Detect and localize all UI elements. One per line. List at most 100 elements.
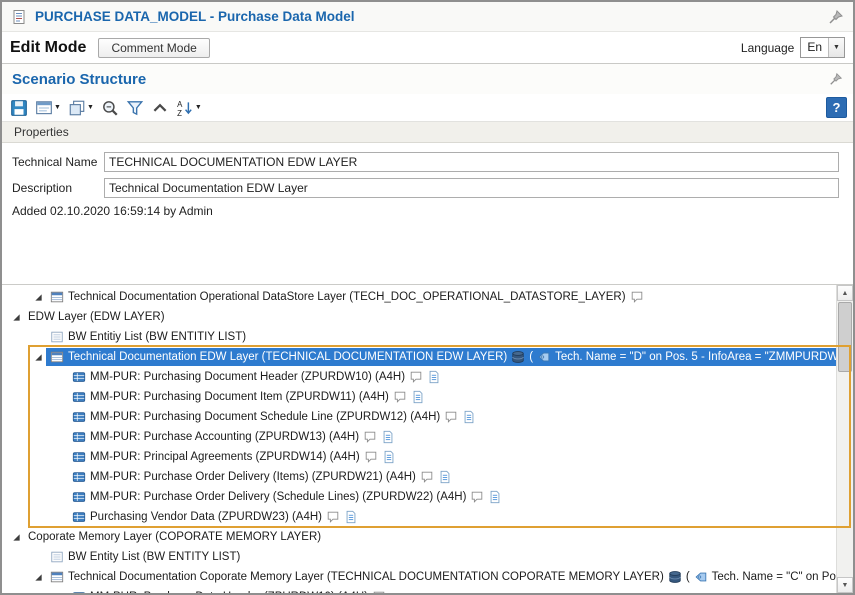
comment-icon (420, 470, 434, 484)
sort-button[interactable]: ▼ (174, 97, 204, 119)
tree-row[interactable]: MM-PUR: Purchase Data Header (ZPURDW10) … (2, 587, 836, 593)
app-document-icon (11, 9, 27, 25)
scenario-tree-area: Technical Documentation Operational Data… (2, 284, 853, 593)
tree-row-label: Technical Documentation EDW Layer (TECHN… (68, 351, 507, 363)
comment-icon (630, 290, 644, 304)
tree-expander-icon[interactable] (30, 572, 46, 583)
tree-row[interactable]: EDW Layer (EDW LAYER) (2, 307, 836, 327)
help-button[interactable]: ? (826, 97, 847, 118)
tree-row[interactable]: BW Entity List (BW ENTITY LIST) (2, 547, 836, 567)
technical-name-input[interactable] (104, 152, 839, 172)
mode-bar: Edit Mode Comment Mode Language En ▼ (2, 32, 853, 64)
chevron-down-icon[interactable]: ▼ (54, 104, 61, 111)
tree-row[interactable]: Coporate Memory Layer (COPORATE MEMORY L… (2, 527, 836, 547)
language-group: Language En ▼ (741, 37, 845, 58)
added-info-text: Added 02.10.2020 16:59:14 by Admin (12, 204, 839, 218)
scenario-header: Scenario Structure (2, 64, 853, 94)
data-model-icon (72, 410, 86, 424)
filter-icon (126, 99, 144, 117)
tree-row-label: BW Entitiy List (BW ENTITIY LIST) (68, 331, 246, 343)
document-icon (344, 510, 358, 524)
comment-icon (444, 410, 458, 424)
language-value: En (801, 38, 828, 57)
toolbar-buttons: ▼ ▼ ▼ (8, 97, 204, 119)
tree-row[interactable]: Technical Documentation Coporate Memory … (2, 567, 836, 587)
document-icon (438, 470, 452, 484)
tree-row[interactable]: BW Entitiy List (BW ENTITIY LIST) (2, 327, 836, 347)
sort-icon (176, 99, 194, 117)
scenario-pin-button[interactable] (829, 72, 843, 86)
tree-row[interactable]: MM-PUR: Principal Agreements (ZPURDW14) … (2, 447, 836, 467)
tree-row-label: MM-PUR: Purchase Accounting (ZPURDW13) (… (90, 431, 359, 443)
tree-row[interactable]: MM-PUR: Purchasing Document Schedule Lin… (2, 407, 836, 427)
data-model-icon (72, 590, 86, 593)
tech-name-info: Tech. Name = "D" on Pos. 5 - InfoArea = … (555, 351, 836, 363)
tree-row-label: MM-PUR: Purchasing Document Item (ZPURDW… (90, 391, 389, 403)
window-title: PURCHASE DATA_MODEL - Purchase Data Mode… (35, 9, 355, 24)
chevron-down-icon[interactable]: ▼ (87, 104, 94, 111)
tree-row-label: Coporate Memory Layer (COPORATE MEMORY L… (28, 531, 321, 543)
copy-button[interactable]: ▼ (66, 97, 96, 119)
tree-row[interactable]: MM-PUR: Purchase Order Delivery (Items) … (2, 467, 836, 487)
scroll-down-button[interactable]: ▼ (837, 577, 853, 593)
description-row: Description (12, 178, 839, 198)
document-icon (462, 410, 476, 424)
tech-name-info: Tech. Name = "C" on Pos. 5 - InfoArea (712, 571, 836, 583)
save-button[interactable] (8, 97, 30, 119)
pin-icon (829, 72, 843, 86)
pin-icon (828, 9, 844, 25)
tree-expander-icon[interactable] (8, 532, 24, 543)
zoom-icon (101, 99, 119, 117)
titlebar-pin-button[interactable] (828, 9, 844, 25)
tree-row-label: BW Entity List (BW ENTITY LIST) (68, 551, 240, 563)
description-input[interactable] (104, 178, 839, 198)
tree-row[interactable]: Technical Documentation EDW Layer (TECHN… (2, 347, 836, 367)
tree-row-label: MM-PUR: Purchase Data Header (ZPURDW10) … (90, 591, 368, 593)
tree-row[interactable]: Purchasing Vendor Data (ZPURDW23) (A4H) (2, 507, 836, 527)
display-options-button[interactable]: ▼ (33, 97, 63, 119)
tree-row[interactable]: MM-PUR: Purchase Accounting (ZPURDW13) (… (2, 427, 836, 447)
tree-row[interactable]: MM-PUR: Purchase Order Delivery (Schedul… (2, 487, 836, 507)
tree-row[interactable]: MM-PUR: Purchasing Document Item (ZPURDW… (2, 387, 836, 407)
display-options-icon (35, 99, 53, 117)
edit-mode-label: Edit Mode (10, 39, 86, 57)
comment-mode-button[interactable]: Comment Mode (98, 38, 209, 58)
properties-tab-label: Properties (14, 125, 69, 139)
data-model-icon (72, 490, 86, 504)
collapse-all-button[interactable] (149, 97, 171, 119)
comment-icon (363, 430, 377, 444)
tree-row-label: MM-PUR: Principal Agreements (ZPURDW14) … (90, 451, 360, 463)
scrollbar-thumb[interactable] (838, 302, 852, 372)
scenario-icon (50, 290, 64, 304)
tree-expander-icon[interactable] (30, 292, 46, 303)
scenario-icon (50, 570, 64, 584)
filter-button[interactable] (124, 97, 146, 119)
scroll-up-button[interactable]: ▲ (837, 285, 853, 301)
description-label: Description (12, 181, 104, 195)
titlebar: PURCHASE DATA_MODEL - Purchase Data Mode… (2, 2, 853, 32)
document-icon (427, 370, 441, 384)
comment-icon (326, 510, 340, 524)
document-icon (411, 390, 425, 404)
tree-row-label: EDW Layer (EDW LAYER) (28, 311, 165, 323)
chevron-down-icon[interactable]: ▼ (828, 38, 844, 57)
app-window: PURCHASE DATA_MODEL - Purchase Data Mode… (0, 0, 855, 595)
chevron-down-icon[interactable]: ▼ (195, 104, 202, 111)
tree-row-label: MM-PUR: Purchase Order Delivery (Items) … (90, 471, 416, 483)
zoom-button[interactable] (99, 97, 121, 119)
tree-expander-icon[interactable] (30, 352, 46, 363)
language-select[interactable]: En ▼ (800, 37, 845, 58)
tree-row-label: Purchasing Vendor Data (ZPURDW23) (A4H) (90, 511, 322, 523)
tree-row-label: MM-PUR: Purchasing Document Header (ZPUR… (90, 371, 405, 383)
vertical-scrollbar[interactable]: ▲ ▼ (836, 285, 853, 593)
comment-icon (470, 490, 484, 504)
comment-icon (364, 450, 378, 464)
document-icon (382, 450, 396, 464)
tree-rows: Technical Documentation Operational Data… (2, 285, 836, 593)
tree-expander-icon[interactable] (8, 312, 24, 323)
tree-row[interactable]: Technical Documentation Operational Data… (2, 287, 836, 307)
language-label: Language (741, 41, 794, 55)
tree-row[interactable]: MM-PUR: Purchasing Document Header (ZPUR… (2, 367, 836, 387)
tree-row-label: MM-PUR: Purchasing Document Schedule Lin… (90, 411, 440, 423)
comment-icon (409, 370, 423, 384)
